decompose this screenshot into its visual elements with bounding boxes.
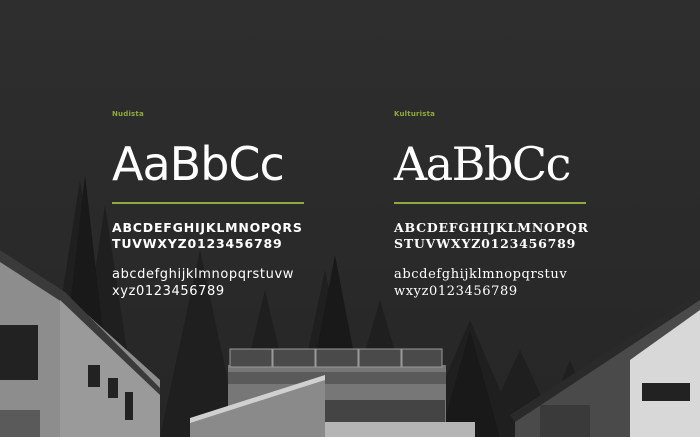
accent-divider (394, 202, 586, 204)
font-card-kulturista: Kulturista AaBbCc ABCDEFGHIJKLMNOPQR STU… (394, 110, 594, 300)
lowercase-sample-line-1: abcdefghijklmnopqrstuv (394, 267, 568, 282)
font-name: Kulturista (394, 110, 436, 118)
lowercase-sample-line-1: abcdefghijklmnopqrstuvw (112, 267, 294, 282)
typography-slide: Nudista AaBbCc ABCDEFGHIJKLMNOPQRS TUVWX… (0, 0, 700, 437)
font-specimen: AaBbCc (112, 137, 285, 191)
uppercase-sample-line-2: STUVWXYZ0123456789 (394, 236, 577, 251)
font-specimen: AaBbCc (394, 137, 571, 191)
lowercase-sample-line-2: xyz0123456789 (112, 284, 225, 299)
accent-divider (112, 202, 304, 204)
uppercase-sample-line-1: ABCDEFGHIJKLMNOPQRS (112, 220, 303, 235)
uppercase-sample-line-1: ABCDEFGHIJKLMNOPQR (394, 220, 589, 235)
solar-panel-icon (229, 348, 443, 368)
lowercase-sample-line-2: wxyz0123456789 (394, 284, 518, 299)
house-icon (510, 292, 700, 437)
font-card-nudista: Nudista AaBbCc ABCDEFGHIJKLMNOPQRS TUVWX… (112, 110, 312, 300)
uppercase-sample-line-2: TUVWXYZ0123456789 (112, 236, 283, 251)
background-photo (0, 175, 700, 437)
house-icon (190, 365, 475, 437)
font-name: Nudista (112, 110, 144, 118)
